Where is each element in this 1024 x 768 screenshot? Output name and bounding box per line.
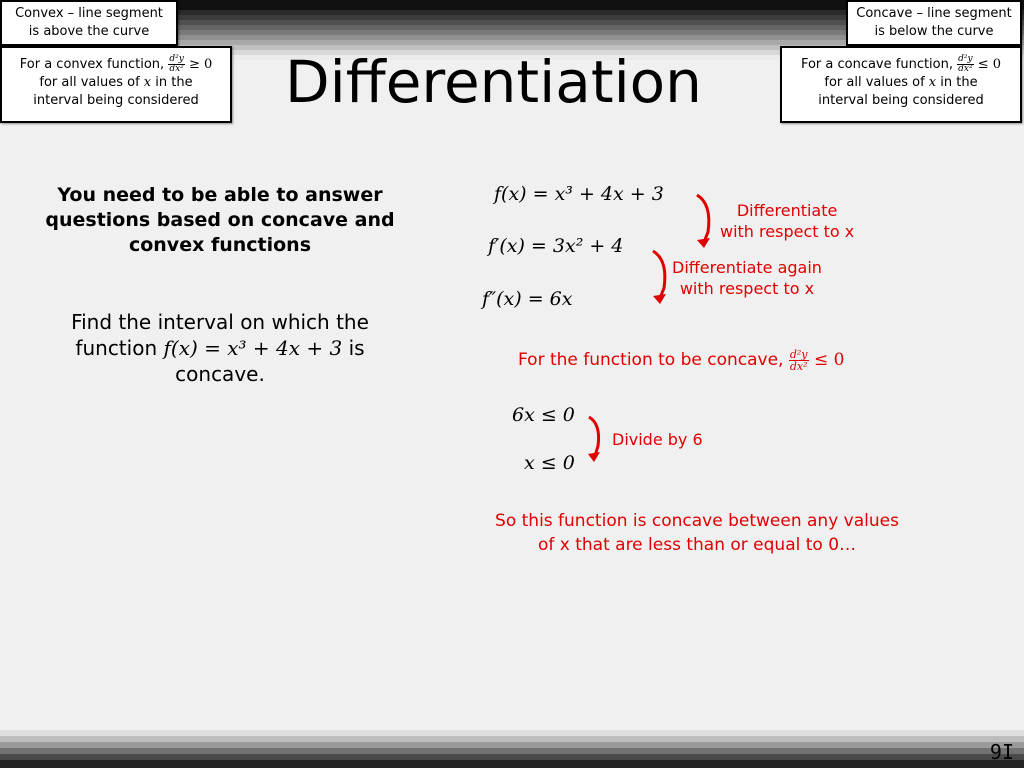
convex-definition-line2: is above the curve bbox=[28, 24, 150, 39]
convex-definition-line1: Convex – line segment bbox=[15, 6, 163, 21]
curved-arrow-icon bbox=[696, 193, 711, 248]
divide-note: Divide by 6 bbox=[612, 430, 703, 449]
footer-gradient-bands bbox=[0, 730, 1024, 768]
convex-rule-line2: for all values of x in the bbox=[39, 75, 193, 90]
concave-rule-line2: for all values of x in the bbox=[824, 75, 978, 90]
convex-rule-line3: interval being considered bbox=[33, 93, 199, 108]
concave-definition-box: Concave – line segment is below the curv… bbox=[846, 0, 1022, 46]
concave-condition: For the function to be concave, d²y dx² ≤… bbox=[518, 347, 845, 373]
slide-number: 9I bbox=[989, 740, 1014, 764]
differentiate-note-1: Differentiate with respect to x bbox=[720, 201, 855, 241]
concave-definition-line2: is below the curve bbox=[874, 24, 994, 39]
second-derivative-fraction: d²y dx² bbox=[957, 54, 974, 74]
equation-f: f(x) = x³ + 4x + 3 bbox=[494, 183, 664, 205]
convex-rule-box: For a convex function, d²y dx² ≥ 0 for al… bbox=[0, 46, 232, 123]
convex-definition-box: Convex – line segment is above the curve bbox=[0, 0, 178, 46]
page-title: Differentiation bbox=[285, 48, 702, 116]
curved-arrow-icon bbox=[652, 249, 667, 304]
question-function: f(x) = x³ + 4x + 3 bbox=[163, 336, 343, 360]
concave-rule-box: For a concave function, d²y dx² ≤ 0 for a… bbox=[780, 46, 1022, 123]
inequality-6x: 6x ≤ 0 bbox=[512, 404, 575, 426]
inequality-x: x ≤ 0 bbox=[524, 452, 575, 474]
convex-rule-line1: For a convex function, d²y dx² ≥ 0 bbox=[19, 54, 213, 74]
curved-arrow-icon bbox=[588, 415, 601, 462]
equation-f-prime: f′(x) = 3x² + 4 bbox=[488, 235, 624, 257]
second-derivative-fraction: d²y dx² bbox=[168, 54, 185, 74]
question-text: Find the interval on which the function … bbox=[71, 310, 369, 386]
concave-rule-line3: interval being considered bbox=[818, 93, 984, 108]
equation-f-double-prime: f″(x) = 6x bbox=[482, 288, 573, 310]
differentiate-note-2: Differentiate again with respect to x bbox=[672, 258, 822, 298]
conclusion-text: So this function is concave between any … bbox=[495, 511, 899, 555]
concave-definition-line1: Concave – line segment bbox=[856, 6, 1012, 21]
second-derivative-fraction: d²y dx² bbox=[788, 347, 809, 373]
concave-rule-line1: For a concave function, d²y dx² ≤ 0 bbox=[800, 54, 1002, 74]
intro-text: You need to be able to answer questions … bbox=[45, 184, 395, 256]
